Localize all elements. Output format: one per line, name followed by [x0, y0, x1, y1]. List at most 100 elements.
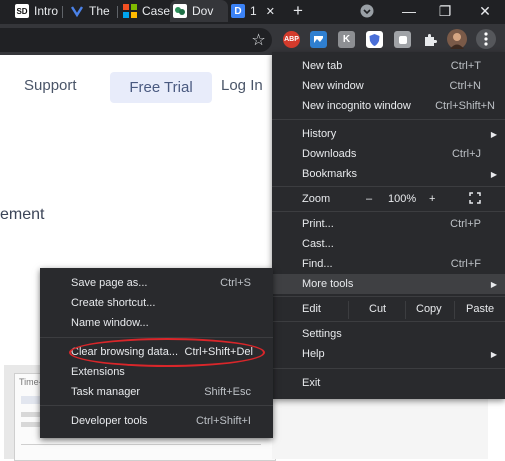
menu-divider	[272, 321, 505, 322]
support-link[interactable]: Support	[24, 77, 77, 94]
menu-shortcut: Ctrl+N	[449, 80, 481, 92]
tab-separator	[117, 6, 118, 18]
tab-title: Case	[142, 4, 171, 18]
tab-1[interactable]: D 1 ✕	[228, 0, 284, 22]
submenu-item-save-page[interactable]: Save page as... Ctrl+S	[40, 273, 273, 293]
edit-row: Edit Cut Copy Paste	[272, 299, 505, 319]
submenu-item-create-shortcut[interactable]: Create shortcut...	[40, 293, 273, 313]
zoom-label: Zoom	[302, 193, 331, 205]
free-trial-button[interactable]: Free Trial	[110, 72, 212, 103]
tab-title: 1	[250, 4, 257, 18]
menu-shortcut: Ctrl+Shift+N	[435, 100, 495, 112]
menu-shortcut: Ctrl+S	[220, 277, 251, 289]
menu-item-exit[interactable]: Exit	[272, 373, 505, 393]
tab-title: The	[89, 4, 110, 18]
zoom-row: Zoom – 100% +	[272, 189, 505, 209]
submenu-arrow-icon: ▶	[490, 169, 497, 179]
tab-title: Intro	[34, 4, 59, 18]
menu-item-label: Downloads	[302, 148, 357, 160]
maximize-button[interactable]: ❐	[434, 0, 456, 22]
menu-item-label: Settings	[302, 328, 342, 340]
tab-case[interactable]: Case	[120, 0, 174, 22]
menu-item-label: Exit	[302, 377, 321, 389]
menu-divider	[40, 405, 273, 406]
zoom-value: 100%	[388, 193, 417, 205]
submenu-arrow-icon: ▶	[490, 349, 497, 359]
minimize-button[interactable]: —	[398, 0, 420, 22]
login-link[interactable]: Log In	[221, 77, 263, 94]
zoom-in-button[interactable]: +	[429, 193, 435, 205]
submenu-item-developer-tools[interactable]: Developer tools Ctrl+Shift+I	[40, 411, 273, 431]
menu-shortcut: Ctrl+T	[450, 60, 481, 72]
menu-item-downloads[interactable]: Downloads Ctrl+J	[272, 144, 505, 164]
k-extension-icon[interactable]: K	[338, 31, 355, 48]
menu-item-help[interactable]: Help ▶	[272, 344, 505, 364]
menu-item-settings[interactable]: Settings	[272, 324, 505, 344]
menu-item-more-tools[interactable]: More tools ▶	[272, 274, 505, 294]
menu-shortcut: Shift+Esc	[204, 386, 251, 398]
menu-item-new-window[interactable]: New window Ctrl+N	[272, 76, 505, 96]
menu-shortcut: Ctrl+Shift+I	[195, 415, 251, 427]
menu-divider	[272, 368, 505, 369]
tab-intro[interactable]: SD Intro	[12, 0, 63, 22]
paste-button[interactable]: Paste	[466, 303, 494, 315]
submenu-item-task-manager[interactable]: Task manager Shift+Esc	[40, 382, 273, 402]
tab-strip: SD Intro The Case Dov D 1 ✕ + — ❐ ✕	[0, 0, 505, 24]
menu-item-label: New incognito window	[302, 100, 411, 112]
grammar-extension-icon[interactable]	[394, 31, 411, 48]
menu-divider	[348, 301, 349, 319]
tab-title: Dov	[192, 4, 214, 18]
menu-item-label: Find...	[302, 258, 333, 270]
menu-item-label: New window	[302, 80, 364, 92]
chrome-menu-button[interactable]	[476, 29, 496, 49]
menu-item-label: Cast...	[302, 238, 334, 250]
tab-search-button[interactable]	[356, 0, 378, 22]
menu-item-label: Task manager	[71, 386, 141, 398]
menu-item-label: Save page as...	[71, 277, 148, 289]
chrome-main-menu: New tab Ctrl+T New window Ctrl+N New inc…	[272, 52, 505, 399]
menu-divider	[405, 301, 406, 319]
fullscreen-icon[interactable]	[469, 192, 481, 207]
preview-divider	[21, 444, 261, 445]
menu-item-find[interactable]: Find... Ctrl+F	[272, 254, 505, 274]
tab-dov[interactable]: Dov	[170, 0, 228, 22]
more-tools-submenu: Save page as... Ctrl+S Create shortcut..…	[40, 268, 273, 438]
browser-toolbar: ☆ ABP K	[0, 24, 505, 55]
abp-icon[interactable]: ABP	[283, 31, 300, 48]
menu-shortcut: Ctrl+J	[451, 148, 481, 160]
window-close-button[interactable]: ✕	[474, 0, 496, 22]
menu-item-new-tab[interactable]: New tab Ctrl+T	[272, 56, 505, 76]
tab-separator	[62, 6, 63, 18]
cut-button[interactable]: Cut	[369, 303, 386, 315]
tab-the[interactable]: The	[67, 0, 118, 22]
submenu-item-extensions[interactable]: Extensions	[40, 362, 273, 382]
page-preview-right	[272, 395, 488, 459]
submenu-item-name-window[interactable]: Name window...	[40, 313, 273, 333]
extensions-puzzle-icon[interactable]	[421, 31, 438, 48]
zoom-out-button[interactable]: –	[366, 193, 372, 205]
submenu-arrow-icon: ▶	[490, 279, 497, 289]
new-tab-button[interactable]: +	[288, 0, 308, 22]
menu-shortcut: Ctrl+P	[450, 218, 481, 230]
menu-item-new-incognito[interactable]: New incognito window Ctrl+Shift+N	[272, 96, 505, 116]
menu-divider	[272, 119, 505, 120]
sd-favicon-icon: SD	[15, 4, 29, 18]
menu-shortcut: Ctrl+F	[450, 258, 481, 270]
menu-item-label: Developer tools	[71, 415, 148, 427]
menu-divider	[272, 296, 505, 297]
menu-item-cast[interactable]: Cast...	[272, 234, 505, 254]
bookmark-star-icon[interactable]: ☆	[250, 31, 267, 49]
shield-extension-icon[interactable]	[366, 31, 383, 48]
menu-item-history[interactable]: History ▶	[272, 124, 505, 144]
menu-item-bookmarks[interactable]: Bookmarks ▶	[272, 164, 505, 184]
menu-divider	[454, 301, 455, 319]
photo-extension-icon[interactable]	[310, 31, 327, 48]
menu-item-label: Print...	[302, 218, 334, 230]
tab-close-icon[interactable]: ✕	[266, 5, 275, 18]
profile-avatar[interactable]	[447, 29, 467, 49]
copy-button[interactable]: Copy	[416, 303, 442, 315]
menu-item-label: Create shortcut...	[71, 297, 156, 309]
menu-item-print[interactable]: Print... Ctrl+P	[272, 214, 505, 234]
vimeo-favicon-icon	[70, 4, 84, 18]
address-bar[interactable]	[0, 28, 272, 52]
